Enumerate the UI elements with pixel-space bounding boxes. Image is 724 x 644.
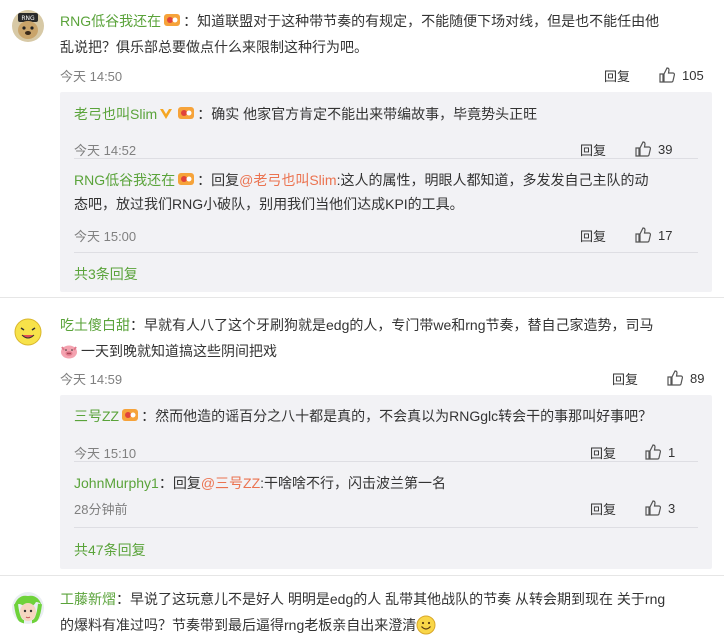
avatar[interactable] xyxy=(12,316,44,348)
sub-comment-time: 今天 15:00 xyxy=(74,229,137,244)
divider xyxy=(74,461,698,462)
like-button[interactable]: 39 xyxy=(634,140,672,158)
sub-comment: JohnMurphy1：回复@三号ZZ:干啥啥不行，闪击波兰第一名 28分钟前 … xyxy=(74,471,698,517)
fan-badge-icon xyxy=(163,10,181,26)
reply-button[interactable]: 回复 xyxy=(604,66,630,85)
thumbs-up-icon xyxy=(635,141,652,157)
divider xyxy=(74,158,698,159)
sub-comment: RNG低谷我还在 ：回复@老弓也叫Slim:这人的属性，明眼人都知道，多发发自己主… xyxy=(74,168,698,244)
sub-comment-meta: 今天 15:00 回复 17 xyxy=(74,226,698,248)
reply-button[interactable]: 回复 xyxy=(580,140,606,159)
avatar[interactable]: RNG xyxy=(12,10,44,42)
more-replies-link[interactable]: 共47条回复 xyxy=(74,540,146,560)
reply-button[interactable]: 回复 xyxy=(580,226,606,245)
sub-comment-username[interactable]: 老弓也叫Slim xyxy=(74,106,157,122)
comment-time: 今天 14:59 xyxy=(60,372,123,387)
pig-emoji-icon xyxy=(60,341,78,359)
sub-comment-time: 今天 15:10 xyxy=(74,446,137,461)
fan-badge-icon xyxy=(177,170,195,186)
sub-comment: 老弓也叫Slim ：确实 他家官方肯定不能出来带编故事，毕竟势头正旺 今天 14:… xyxy=(74,102,698,158)
like-button[interactable]: 17 xyxy=(634,226,672,244)
thumbs-up-icon xyxy=(659,67,676,83)
smile-emoji-icon xyxy=(416,615,436,635)
comment-divider xyxy=(0,297,724,298)
comment-text: RNG低谷我还在 ：知道联盟对于这种带节奏的有规定，不能随便下场对线，但是也不能任… xyxy=(60,8,712,60)
like-count: 105 xyxy=(682,67,704,83)
comment-username[interactable]: 工藤新熠 xyxy=(60,591,116,607)
thumbs-up-icon xyxy=(645,444,662,460)
fan-badge-icon xyxy=(177,104,195,120)
comment-text: 吃土傻白甜：早就有人八了这个牙刷狗就是edg的人，专门带we和rng节奏，替自己… xyxy=(60,317,654,359)
vip-icon xyxy=(159,104,173,119)
reply-button[interactable]: 回复 xyxy=(590,443,616,462)
sub-comment-time: 28分钟前 xyxy=(74,502,128,517)
fan-badge-icon xyxy=(121,406,139,422)
comment-username[interactable]: 吃土傻白甜 xyxy=(60,317,130,333)
comment-username[interactable]: RNG低谷我还在 xyxy=(60,13,161,29)
divider xyxy=(74,527,698,528)
like-button[interactable]: 89 xyxy=(666,369,704,387)
comment-time: 今天 14:50 xyxy=(60,69,123,84)
comment-text: 工藤新熠：早说了这玩意儿不是好人 明明是edg的人 乱带其他战队的节奏 从转会期… xyxy=(60,591,666,635)
like-count: 89 xyxy=(690,370,705,386)
sub-comment-text: 老弓也叫Slim ：确实 他家官方肯定不能出来带编故事，毕竟势头正旺 xyxy=(74,104,538,122)
sub-comment-text: JohnMurphy1：回复@三号ZZ:干啥啥不行，闪击波兰第一名 xyxy=(74,475,447,491)
mention-link[interactable]: @三号ZZ xyxy=(201,475,260,491)
thumbs-up-icon xyxy=(635,227,652,243)
thumbs-up-icon xyxy=(645,500,662,516)
sub-comment-meta: 28分钟前 回复 3 xyxy=(74,499,698,521)
like-count: 39 xyxy=(658,141,673,157)
like-count: 3 xyxy=(668,500,676,516)
sub-comment-time: 今天 14:52 xyxy=(74,143,137,158)
mention-link[interactable]: @老弓也叫Slim xyxy=(239,172,336,188)
avatar[interactable] xyxy=(12,592,44,624)
like-button[interactable]: 1 xyxy=(644,443,675,461)
comment-meta: 今天 14:50 回复 105 xyxy=(60,66,712,88)
comment-meta: 今天 14:59 回复 89 xyxy=(60,369,712,391)
sub-comments: 三号ZZ ：然而他造的谣百分之八十都是真的，不会真以为RNGglc转会干的事那叫好… xyxy=(60,395,712,569)
reply-button[interactable]: 回复 xyxy=(612,369,638,388)
like-count: 17 xyxy=(658,227,673,243)
sub-comment-text: RNG低谷我还在 ：回复@老弓也叫Slim:这人的属性，明眼人都知道，多发发自己主… xyxy=(74,170,649,212)
comment-divider xyxy=(0,575,724,576)
sub-comment-username[interactable]: JohnMurphy1 xyxy=(74,475,159,491)
sub-comments: 老弓也叫Slim ：确实 他家官方肯定不能出来带编故事，毕竟势头正旺 今天 14:… xyxy=(60,92,712,292)
like-count: 1 xyxy=(668,444,676,460)
more-replies-link[interactable]: 共3条回复 xyxy=(74,264,138,284)
divider xyxy=(74,252,698,253)
thumbs-up-icon xyxy=(667,370,684,386)
reply-button[interactable]: 回复 xyxy=(590,499,616,518)
sub-comment-username[interactable]: RNG低谷我还在 xyxy=(74,172,175,188)
sub-comment: 三号ZZ ：然而他造的谣百分之八十都是真的，不会真以为RNGglc转会干的事那叫好… xyxy=(74,404,698,461)
like-button[interactable]: 105 xyxy=(658,66,704,84)
like-button[interactable]: 3 xyxy=(644,499,675,517)
svg-text:RNG: RNG xyxy=(21,15,35,22)
sub-comment-username[interactable]: 三号ZZ xyxy=(74,408,119,424)
sub-comment-text: 三号ZZ ：然而他造的谣百分之八十都是真的，不会真以为RNGglc转会干的事那叫好… xyxy=(74,406,653,424)
